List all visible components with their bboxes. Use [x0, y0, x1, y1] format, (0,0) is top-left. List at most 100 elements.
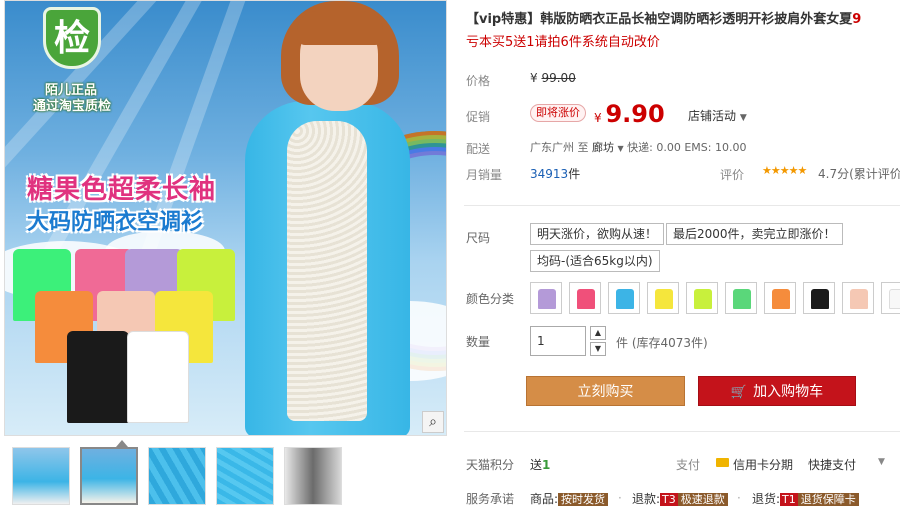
rating-score-value: 4.7分 — [818, 167, 850, 181]
thumbnail-2[interactable] — [80, 447, 138, 505]
title-overflow: 9 — [852, 12, 862, 26]
price-label: 价格 — [466, 74, 491, 88]
add-to-cart-button[interactable]: 🛒 加入购物车 — [698, 376, 856, 406]
stock-info: 件 (库存4073件) — [616, 336, 708, 350]
color-swatch-image — [694, 289, 712, 309]
points-number: 1 — [542, 458, 551, 472]
main-product-image[interactable]: 检 陌儿正品 通过淘宝质检 糖果色超柔长袖 大码防晒衣空调衫 ⌕ — [4, 0, 447, 436]
chevron-down-icon: ▼ — [739, 113, 747, 123]
points-prefix: 送 — [530, 458, 543, 472]
color-swatch-8[interactable] — [803, 282, 835, 314]
shipping-fees: 快递: 0.00 EMS: 10.00 — [627, 141, 747, 154]
thumbnail-4[interactable] — [216, 447, 274, 505]
model-lace-dress — [287, 121, 367, 421]
monthly-sales-count: 34913 — [530, 167, 569, 181]
color-swatch-6[interactable] — [725, 282, 757, 314]
ship-to-word: 至 — [577, 141, 589, 154]
color-swatch-image — [733, 289, 751, 309]
divider — [464, 205, 900, 206]
color-swatch-1[interactable] — [530, 282, 562, 314]
quick-pay-link[interactable]: 快捷支付 — [808, 456, 856, 473]
color-swatch-image — [889, 289, 900, 309]
rating-count-link[interactable]: (累计评价 — [849, 167, 900, 181]
original-price: ¥ 99.00 — [530, 71, 576, 85]
store-activity-dropdown[interactable]: 店铺活动 ▼ — [688, 107, 747, 124]
magnifier-icon[interactable]: ⌕ — [422, 411, 444, 433]
rating-score[interactable]: 4.7分(累计评价 — [818, 165, 900, 182]
service-code: T1 — [780, 493, 798, 506]
rating-stars-icon: ★★★★★ — [762, 164, 807, 177]
original-price-value: 99.00 — [541, 71, 576, 85]
color-swatch-image — [772, 289, 790, 309]
chevron-down-icon[interactable]: ▼ — [878, 457, 885, 467]
title-main: 韩版防晒衣正品长袖空调防晒衫透明开衫披肩外套女夏 — [540, 12, 853, 26]
promo-headline-1: 糖果色超柔长袖 — [27, 175, 217, 205]
credit-installment-link[interactable]: 信用卡分期 — [733, 456, 793, 473]
shipping-info: 广东广州 至 廊坊 ▼ 快递: 0.00 EMS: 10.00 — [530, 139, 746, 155]
color-swatch-image — [538, 289, 556, 309]
store-activity-label: 店铺活动 — [688, 109, 737, 123]
color-swatch-image — [850, 289, 868, 309]
color-swatch-7[interactable] — [764, 282, 796, 314]
color-swatch-10[interactable] — [881, 282, 900, 314]
ship-from: 广东广州 — [530, 141, 574, 154]
service-tag: 极速退款 — [677, 493, 728, 506]
color-swatch-4[interactable] — [647, 282, 679, 314]
thumbnail-1[interactable] — [12, 447, 70, 505]
monthly-sales: 34913件 — [530, 165, 580, 182]
payment-label: 支付 — [676, 458, 701, 472]
service-label: 服务承诺 — [466, 492, 515, 506]
points-value: 送1 — [530, 456, 550, 473]
promo-label: 促销 — [466, 110, 491, 124]
product-title: 【vip特惠】韩版防晒衣正品长袖空调防晒衫透明开衫披肩外套女夏9 — [466, 8, 900, 26]
badge-line-2: 通过淘宝质检 — [33, 99, 112, 114]
size-option-2[interactable]: 最后2000件，卖完立即涨价！ — [666, 223, 843, 245]
shipping-label: 配送 — [466, 142, 491, 156]
chevron-down-icon: ▼ — [617, 144, 624, 153]
color-swatch-2[interactable] — [569, 282, 601, 314]
quantity-label: 数量 — [466, 335, 491, 349]
color-swatch-5[interactable] — [686, 282, 718, 314]
monthly-sales-label: 月销量 — [466, 168, 503, 182]
promo-headline-2: 大码防晒衣空调衫 — [27, 210, 204, 235]
quantity-input[interactable] — [530, 326, 586, 356]
size-option-1[interactable]: 明天涨价，欲购从速！ — [530, 223, 665, 245]
model-bangs — [297, 11, 383, 45]
thumbnail-3[interactable] — [148, 447, 206, 505]
color-swatch-image — [616, 289, 634, 309]
promo-tag: 即将涨价 — [530, 104, 586, 122]
size-label: 尺码 — [466, 231, 491, 245]
current-price: ¥ 9.90 — [594, 100, 665, 128]
color-swatch-image — [811, 289, 829, 309]
divider — [464, 431, 900, 432]
size-option-3[interactable]: 均码-(适合65kg以内) — [530, 250, 660, 272]
credit-card-icon — [716, 458, 729, 467]
add-to-cart-label: 加入购物车 — [753, 384, 824, 400]
thumbnail-5[interactable] — [284, 447, 342, 505]
quantity-increase-button[interactable]: ▲ — [590, 326, 606, 340]
separator: · — [737, 491, 741, 505]
cart-icon: 🛒 — [730, 385, 748, 400]
service-item-refund[interactable]: 退款: T3 极速退款 — [632, 490, 728, 507]
service-prefix: 退货: — [752, 492, 781, 506]
color-swatch-3[interactable] — [608, 282, 640, 314]
service-tag: 按时发货 — [558, 493, 609, 506]
separator: · — [618, 491, 622, 505]
current-price-value: 9.90 — [605, 100, 665, 128]
sweater-sample-white — [127, 331, 189, 423]
points-label: 天猫积分 — [466, 458, 515, 472]
sweater-sample-black — [67, 331, 129, 423]
monthly-sales-unit: 件 — [568, 167, 581, 181]
buy-now-button[interactable]: 立刻购买 — [526, 376, 685, 406]
quality-check-badge: 检 — [43, 7, 101, 69]
color-swatch-9[interactable] — [842, 282, 874, 314]
service-item-goods[interactable]: 商品: 按时发货 — [530, 490, 609, 507]
ship-to-city[interactable]: 廊坊 — [592, 141, 614, 154]
service-item-return[interactable]: 退货: T1 退货保障卡 — [752, 490, 859, 507]
currency-symbol: ¥ — [594, 111, 602, 125]
active-thumbnail-arrow — [116, 440, 128, 447]
service-prefix: 退款: — [632, 492, 661, 506]
color-swatch-image — [577, 289, 595, 309]
service-tag: 退货保障卡 — [797, 493, 859, 506]
quantity-decrease-button[interactable]: ▼ — [590, 342, 606, 356]
